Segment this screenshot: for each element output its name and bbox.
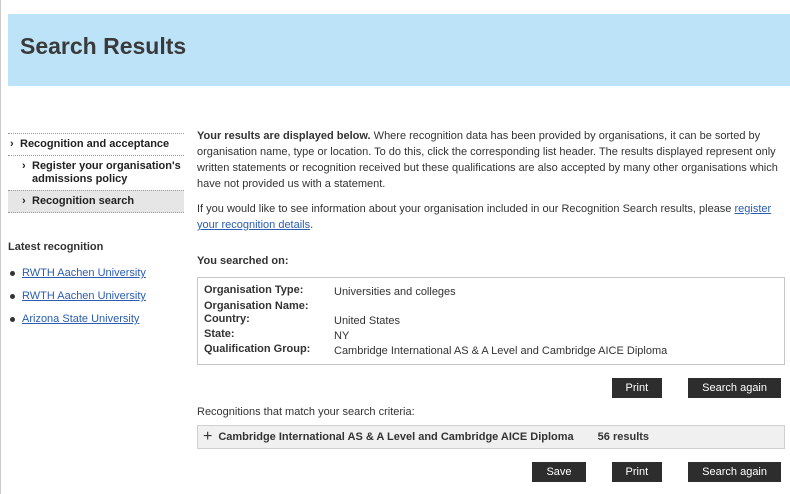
intro-bold-text: Your results are displayed below. [197,130,371,142]
bullet-icon [10,271,15,276]
latest-recognition-link[interactable]: RWTH Aachen University [22,267,146,279]
criteria-row-organisation-name: Organisation Name: [204,300,778,313]
bullet-icon [10,317,15,322]
criteria-key: Country: [204,313,250,325]
register-paragraph: If you would like to see information abo… [197,201,785,233]
sidebar-item-recognition-and-acceptance[interactable]: › Recognition and acceptance [8,133,184,155]
bullet-icon [10,294,15,299]
save-button[interactable]: Save [532,462,586,482]
criteria-value [334,300,778,313]
result-group-name: Cambridge International AS & A Level and… [218,431,574,443]
criteria-actions: Print Search again [197,378,781,398]
sidebar-item-recognition-search[interactable]: › Recognition search [8,190,184,213]
sidebar-item-register-admissions-policy[interactable]: › Register your organisation's admission… [8,155,184,190]
criteria-key: Organisation Type: [204,284,304,296]
print-button[interactable]: Print [611,378,663,398]
criteria-value: Universities and colleges [334,286,456,298]
criteria-value: NY [334,330,350,342]
latest-recognition-link[interactable]: RWTH Aachen University [22,290,146,302]
sidebar-item-label: Recognition and acceptance [20,138,170,150]
criteria-key: Organisation Name: [204,300,309,312]
page-header-banner: Search Results [8,14,790,86]
list-item: RWTH Aachen University [8,267,184,279]
criteria-row-state: State: NY [204,328,778,343]
criteria-value: Cambridge International AS & A Level and… [334,345,668,357]
criteria-row-country: Country: United States [204,313,778,328]
criteria-row-organisation-type: Organisation Type: Universities and coll… [204,284,778,299]
criteria-key: State: [204,328,235,340]
criteria-value: United States [334,315,401,327]
criteria-row-qualification-group: Qualification Group: Cambridge Internati… [204,343,778,358]
expand-plus-icon[interactable]: + [203,429,212,445]
page-title: Search Results [20,33,187,59]
search-again-button[interactable]: Search again [688,462,781,482]
search-criteria-box: Organisation Type: Universities and coll… [197,277,785,365]
page-border [0,0,1,494]
list-item: RWTH Aachen University [8,290,184,302]
chevron-right-icon: › [22,195,26,207]
criteria-key: Qualification Group: [204,343,311,355]
result-group-row[interactable]: + Cambridge International AS & A Level a… [197,425,785,449]
sidebar-item-label: Recognition search [32,195,135,207]
latest-recognition-list: RWTH Aachen University RWTH Aachen Unive… [8,267,184,325]
register-end: . [310,219,314,231]
list-item: Arizona State University [8,313,184,325]
sidebar: › Recognition and acceptance › Register … [8,133,184,336]
chevron-right-icon: › [22,160,26,172]
matches-label: Recognitions that match your search crit… [197,406,415,418]
main-content: Your results are displayed below. Where … [197,128,785,482]
intro-paragraph: Your results are displayed below. Where … [197,128,785,192]
results-actions: Save Print Search again [197,462,781,482]
sidebar-item-label: Register your organisation's admissions … [32,160,181,185]
register-text: If you would like to see information abo… [197,203,735,215]
latest-recognition-heading: Latest recognition [8,241,104,253]
result-count: 56 results [597,431,650,443]
latest-recognition-link[interactable]: Arizona State University [22,313,139,325]
print-button[interactable]: Print [611,462,663,482]
search-again-button[interactable]: Search again [688,378,781,398]
searched-on-label: You searched on: [197,255,289,267]
chevron-right-icon: › [10,138,14,150]
